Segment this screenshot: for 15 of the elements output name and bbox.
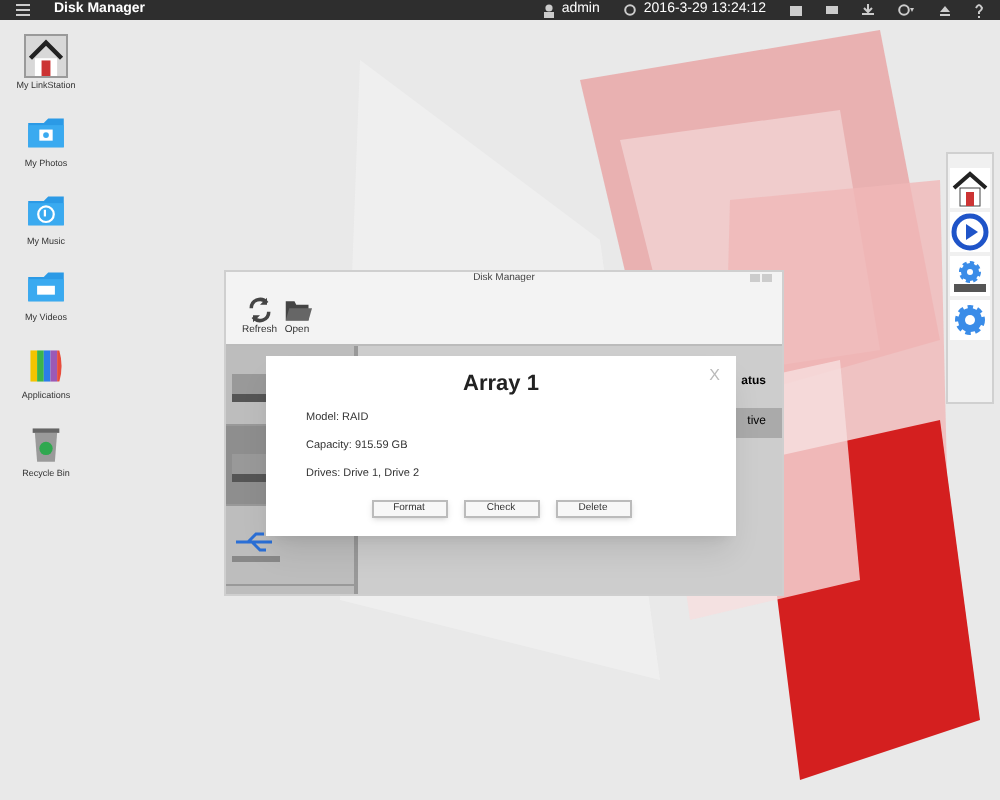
home-icon[interactable]	[26, 36, 66, 76]
dialog-title: Array 1	[463, 370, 539, 400]
eject-icon[interactable]	[940, 5, 950, 15]
download-icon[interactable]	[862, 4, 874, 16]
user-icon[interactable]	[543, 3, 554, 17]
menu-icon[interactable]	[16, 4, 30, 16]
home-icon[interactable]	[950, 168, 990, 208]
drive-gear-icon[interactable]	[950, 256, 990, 296]
display-icon[interactable]	[790, 5, 802, 15]
play-icon[interactable]	[950, 212, 990, 252]
settings-icon[interactable]	[950, 300, 990, 340]
music-folder-icon[interactable]	[26, 191, 66, 231]
help-icon[interactable]	[974, 3, 984, 17]
books-icon[interactable]	[26, 346, 66, 386]
clock-icon	[623, 4, 636, 16]
